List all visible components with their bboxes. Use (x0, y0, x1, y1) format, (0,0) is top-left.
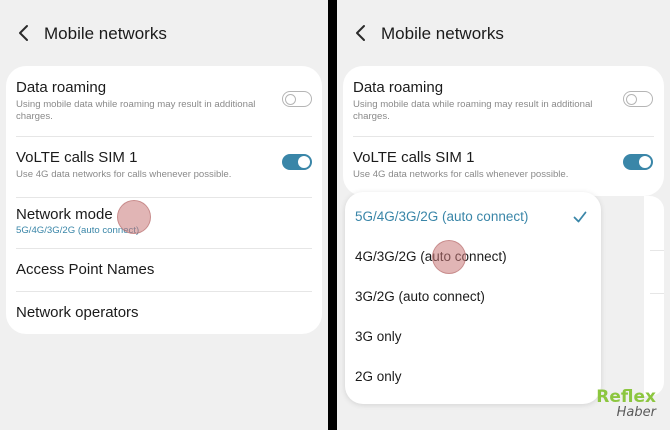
network-mode-option-label: 5G/4G/3G/2G (auto connect) (355, 209, 529, 224)
data-roaming-subtitle: Using mobile data while roaming may resu… (353, 99, 593, 122)
network-mode-option[interactable]: 5G/4G/3G/2G (auto connect) (345, 192, 601, 234)
volte-subtitle: Use 4G data networks for calls whenever … (353, 169, 569, 180)
data-roaming-row[interactable]: Data roaming Using mobile data while roa… (6, 66, 322, 136)
watermark-logo: Reflex Haber (596, 388, 656, 420)
network-mode-title: Network mode (16, 206, 113, 223)
network-mode-option-label: 3G only (355, 329, 402, 344)
touch-indicator (117, 200, 151, 234)
data-roaming-subtitle: Using mobile data while roaming may resu… (16, 99, 256, 122)
data-roaming-toggle[interactable] (282, 91, 312, 107)
divider (650, 250, 664, 251)
watermark-brand: Reflex (596, 387, 656, 407)
network-operators-title: Network operators (16, 304, 139, 321)
network-mode-option[interactable]: 3G only (345, 314, 601, 354)
page-title: Mobile networks (44, 24, 167, 43)
background-card-edge (644, 196, 664, 396)
volte-subtitle: Use 4G data networks for calls whenever … (16, 169, 232, 180)
network-mode-row[interactable]: Network mode 5G/4G/3G/2G (auto connect) (6, 198, 322, 248)
chevron-left-icon[interactable] (16, 24, 32, 42)
network-mode-option[interactable]: 3G/2G (auto connect) (345, 274, 601, 314)
apn-title: Access Point Names (16, 261, 155, 278)
network-mode-option-label: 2G only (355, 369, 402, 384)
right-screen: Mobile networks Data roaming Using mobil… (337, 0, 670, 430)
divider (650, 293, 664, 294)
network-mode-option[interactable]: 2G only (345, 354, 601, 394)
chevron-left-icon[interactable] (353, 24, 369, 42)
volte-toggle[interactable] (282, 154, 312, 170)
volte-title: VoLTE calls SIM 1 (16, 149, 138, 166)
data-roaming-title: Data roaming (353, 79, 444, 96)
touch-indicator (432, 240, 466, 274)
network-mode-option[interactable]: 4G/3G/2G (auto connect) (345, 234, 601, 274)
network-mode-option-label: 4G/3G/2G (auto connect) (355, 249, 507, 264)
volte-toggle[interactable] (623, 154, 653, 170)
settings-card: Data roaming Using mobile data while roa… (343, 66, 664, 196)
settings-card: Data roaming Using mobile data while roa… (6, 66, 322, 334)
volte-title: VoLTE calls SIM 1 (353, 149, 475, 166)
network-mode-popup: 5G/4G/3G/2G (auto connect) 4G/3G/2G (aut… (345, 192, 601, 404)
data-roaming-toggle[interactable] (623, 91, 653, 107)
watermark-sub: Haber (616, 405, 656, 420)
data-roaming-row[interactable]: Data roaming Using mobile data while roa… (343, 66, 664, 136)
apn-row[interactable]: Access Point Names (6, 249, 322, 291)
left-screen: Mobile networks Data roaming Using mobil… (0, 0, 328, 430)
page-title: Mobile networks (381, 24, 504, 43)
check-icon (573, 211, 587, 223)
network-operators-row[interactable]: Network operators (6, 292, 322, 334)
network-mode-option-label: 3G/2G (auto connect) (355, 289, 485, 304)
volte-row[interactable]: VoLTE calls SIM 1 Use 4G data networks f… (6, 137, 322, 197)
data-roaming-title: Data roaming (16, 79, 107, 96)
volte-row[interactable]: VoLTE calls SIM 1 Use 4G data networks f… (343, 137, 664, 197)
app-header: Mobile networks (0, 12, 328, 52)
app-header: Mobile networks (337, 12, 670, 52)
